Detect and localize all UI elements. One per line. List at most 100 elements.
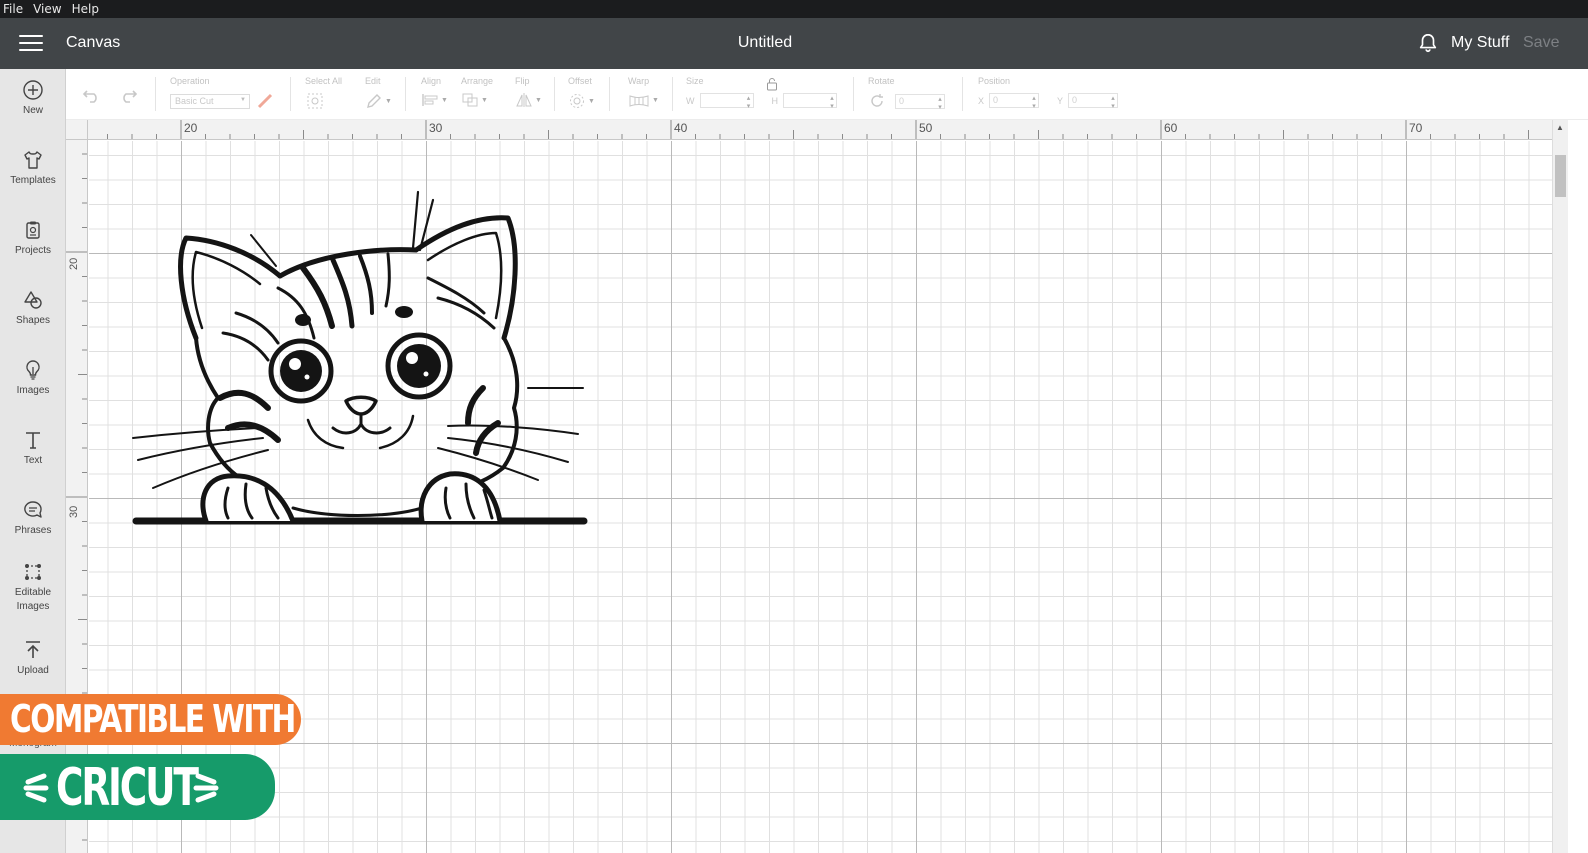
offset-icon [570,94,584,108]
arrange-icon [462,93,478,107]
ruler-label: 70 [1409,121,1423,135]
sidebar-item-projects[interactable]: Projects [0,219,66,258]
compatible-with-badge: COMPATIBLE WITH [0,694,301,745]
ruler-label: 50 [919,121,933,135]
undo-icon[interactable] [82,87,102,103]
ruler-horizontal-ticks [82,120,1529,139]
size-label: Size [686,76,704,86]
edit-toolbar: Operation Basic Cut Select All Edit ▼ Al… [66,69,1588,120]
sidebar-item-label: Phrases [14,525,52,536]
menu-file[interactable]: File [3,2,23,16]
menubar: File View Help [0,0,1588,18]
kitten-artwork-image[interactable] [128,188,588,540]
arrange-label: Arrange [461,76,494,86]
sidebar-item-shapes[interactable]: Shapes [0,289,66,328]
sidebar-item-label: New [22,105,43,116]
operation-label: Operation [170,76,210,86]
compatible-with-text: COMPATIBLE WITH [10,697,296,741]
flip-label: Flip [515,76,530,86]
burst-right-icon [193,773,219,803]
lock-icon[interactable] [766,77,778,91]
warp-icon [629,95,649,107]
ruler-label: 20 [68,257,80,270]
sidebar-item-label: Shapes [16,315,50,326]
ruler-horizontal: 20 30 40 50 60 70 [66,120,1552,140]
cricut-design-space-window: File View Help Canvas Untitled My Stuff … [0,0,1588,853]
flip-icon [516,93,532,107]
height-input[interactable] [783,93,837,110]
sidebar-item-editable-images[interactable]: Editable Images [0,561,66,614]
menu-help[interactable]: Help [72,2,99,16]
menu-view[interactable]: View [33,2,61,16]
y-input[interactable]: 0 [1068,93,1119,110]
sidebar-item-label: Text [23,455,43,466]
color-pen-icon[interactable] [256,93,274,109]
offset-group[interactable]: Offset ▼ [568,76,595,109]
height-label: H [771,95,779,106]
sidebar-item-images[interactable]: Images [0,359,66,398]
sidebar-item-label: Upload [17,665,49,676]
editable-icon [25,564,41,580]
sidebar-item-label: Editable Images [14,587,52,612]
plus-circle-icon [23,80,43,100]
document-title[interactable]: Untitled [0,34,1530,52]
sidebar-item-text[interactable]: Text [0,429,66,468]
position-group: Position X 0 Y 0 [978,76,1119,110]
offset-label: Offset [568,76,592,86]
y-label: Y [1057,95,1064,106]
sidebar-item-upload[interactable]: Upload [0,639,66,678]
align-label: Align [421,76,442,86]
pencil-icon [367,94,381,108]
x-label: X [978,95,985,106]
sidebar-item-label: Images [16,385,50,396]
ruler-label: 20 [184,121,198,135]
ruler-label: 40 [674,121,688,135]
sidebar-item-phrases[interactable]: Phrases [0,499,66,538]
ruler-label: 30 [429,121,443,135]
scroll-up-arrow-icon[interactable]: ▲ [1556,123,1564,132]
redo-icon[interactable] [118,87,138,103]
clipboard-icon [26,221,40,239]
warp-label: Warp [628,76,650,86]
width-input[interactable] [699,93,754,110]
ruler-vertical-ticks [66,153,87,841]
save-button[interactable]: Save [1523,34,1559,52]
lightbulb-icon [26,360,40,380]
width-label: W [686,95,695,106]
select-all-group[interactable]: Select All [305,76,342,109]
text-icon [26,432,40,449]
speech-bubble-icon [24,501,42,518]
sidebar-item-new[interactable]: New [0,79,66,118]
select-all-label: Select All [305,76,343,86]
ruler-corner [66,120,88,140]
edit-label: Edit [365,76,381,86]
rotate-input[interactable]: 0 [895,93,945,111]
shirt-icon [24,151,42,169]
upload-icon [26,641,40,658]
vertical-scrollbar[interactable]: ▲ [1552,120,1568,853]
operation-group: Operation Basic Cut [170,76,274,109]
scroll-thumb[interactable] [1555,155,1566,197]
align-icon [422,94,438,106]
app-header: Canvas Untitled My Stuff Save [0,18,1588,69]
my-stuff-link[interactable]: My Stuff [1451,34,1509,52]
sidebar-item-label: Projects [14,245,52,256]
flip-group[interactable]: Flip ▼ [515,76,542,107]
bell-icon[interactable] [1417,32,1439,54]
x-input[interactable]: 0 [989,93,1040,110]
ruler-label: 60 [1164,121,1178,135]
edit-group[interactable]: Edit ▼ [365,76,392,109]
rotate-icon [871,94,883,107]
cricut-badge: CRICUT [0,754,275,820]
arrange-group[interactable]: Arrange ▼ [461,76,493,107]
sidebar-item-templates[interactable]: Templates [0,149,66,188]
operation-select[interactable]: Basic Cut [170,93,250,109]
cricut-text: CRICUT [56,758,199,818]
size-group: Size W H [686,76,837,110]
burst-left-icon [23,773,49,803]
ruler-label: 30 [68,505,80,518]
align-group[interactable]: Align ▼ [421,76,448,107]
rotate-label: Rotate [868,76,895,86]
position-label: Position [978,76,1011,86]
warp-group[interactable]: Warp ▼ [628,76,659,107]
